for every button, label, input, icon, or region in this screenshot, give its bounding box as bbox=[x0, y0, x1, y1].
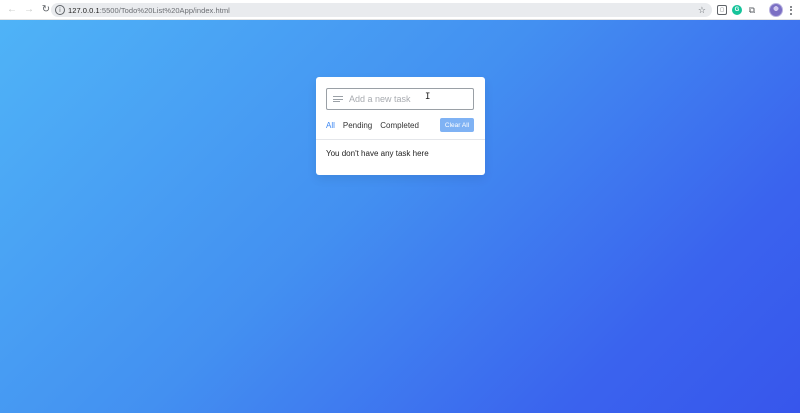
url-path: :5500/Todo%20List%20App/index.html bbox=[99, 5, 230, 15]
text-cursor-icon: I bbox=[425, 92, 431, 102]
star-icon[interactable]: ☆ bbox=[698, 4, 706, 16]
puzzle-icon[interactable]: ⧉ bbox=[747, 5, 757, 15]
address-bar[interactable]: i 127.0.0.1:5500/Todo%20List%20App/index… bbox=[51, 3, 712, 17]
browser-toolbar: ← → ↻ i 127.0.0.1:5500/Todo%20List%20App… bbox=[0, 0, 800, 20]
filter-all[interactable]: All bbox=[326, 121, 335, 130]
arrow-right-icon: → bbox=[24, 3, 34, 15]
kebab-menu-icon[interactable] bbox=[787, 3, 795, 17]
page-background: I All Pending Completed Clear All You do… bbox=[0, 20, 800, 413]
task-input[interactable] bbox=[349, 94, 469, 104]
extensions-area: ▢ G ⧉ bbox=[717, 3, 762, 17]
forward-button[interactable]: → bbox=[22, 3, 36, 17]
grammarly-icon[interactable]: G bbox=[732, 5, 742, 15]
todo-card: I All Pending Completed Clear All You do… bbox=[316, 77, 485, 175]
reload-icon: ↻ bbox=[41, 3, 51, 15]
cover-icon[interactable]: ▢ bbox=[717, 5, 727, 15]
divider bbox=[316, 139, 485, 140]
url-text[interactable]: 127.0.0.1:5500/Todo%20List%20App/index.h… bbox=[68, 6, 230, 15]
avatar[interactable] bbox=[769, 3, 783, 17]
text-lines-icon bbox=[333, 96, 343, 102]
filter-controls: All Pending Completed Clear All bbox=[326, 118, 474, 132]
info-icon[interactable]: i bbox=[55, 5, 65, 15]
url-host: 127.0.0.1 bbox=[68, 5, 100, 15]
filter-completed[interactable]: Completed bbox=[380, 121, 419, 130]
filter-pending[interactable]: Pending bbox=[343, 121, 372, 130]
empty-task-message: You don't have any task here bbox=[326, 149, 429, 158]
task-input-wrapper[interactable]: I bbox=[326, 88, 474, 110]
arrow-left-icon: ← bbox=[7, 3, 17, 15]
back-button[interactable]: ← bbox=[5, 3, 19, 17]
clear-all-button[interactable]: Clear All bbox=[440, 118, 474, 132]
